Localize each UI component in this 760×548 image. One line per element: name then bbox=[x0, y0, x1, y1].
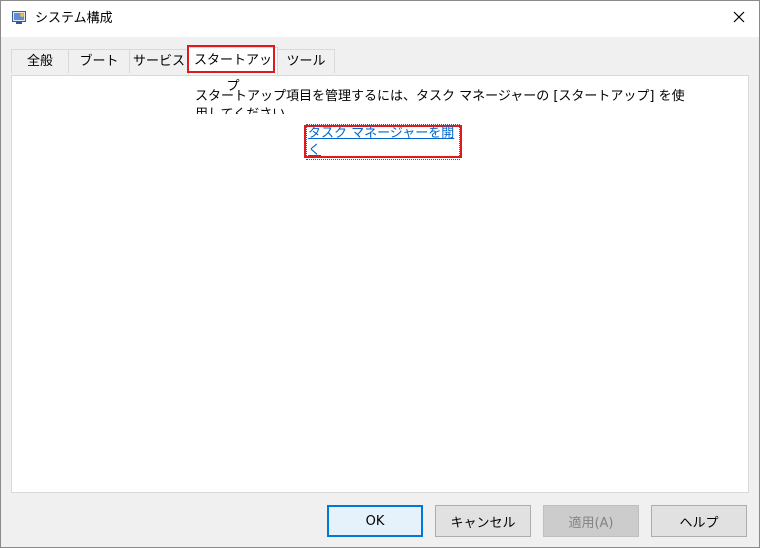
apply-button[interactable]: 適用(A) bbox=[543, 505, 639, 537]
cancel-button[interactable]: キャンセル bbox=[435, 505, 531, 537]
open-task-manager-link[interactable]: タスク マネージャーを開く bbox=[306, 123, 460, 160]
system-configuration-window: システム構成 全般 ブート サービス スタートアップ ツール スタートアップ項目… bbox=[0, 0, 760, 548]
tab-services[interactable]: サービス bbox=[129, 49, 189, 73]
help-button[interactable]: ヘルプ bbox=[651, 505, 747, 537]
tab-strip: 全般 ブート サービス スタートアップ ツール bbox=[11, 47, 751, 94]
window-title: システム構成 bbox=[35, 11, 113, 26]
tab-boot[interactable]: ブート bbox=[68, 49, 130, 73]
startup-panel: スタートアップ項目を管理するには、タスク マネージャーの [スタートアップ] を… bbox=[11, 75, 749, 493]
monitor-settings-icon bbox=[12, 11, 26, 25]
ok-button[interactable]: OK bbox=[327, 505, 423, 537]
title-bar: システム構成 bbox=[1, 1, 759, 37]
tab-general[interactable]: 全般 bbox=[11, 49, 69, 73]
task-manager-link-highlight: タスク マネージャーを開く bbox=[304, 123, 462, 160]
tab-startup[interactable]: スタートアップ bbox=[188, 47, 278, 94]
tab-tools[interactable]: ツール bbox=[277, 49, 335, 73]
close-button[interactable] bbox=[719, 1, 759, 37]
close-icon bbox=[733, 11, 745, 27]
startup-description: スタートアップ項目を管理するには、タスク マネージャーの [スタートアップ] を… bbox=[195, 89, 685, 114]
